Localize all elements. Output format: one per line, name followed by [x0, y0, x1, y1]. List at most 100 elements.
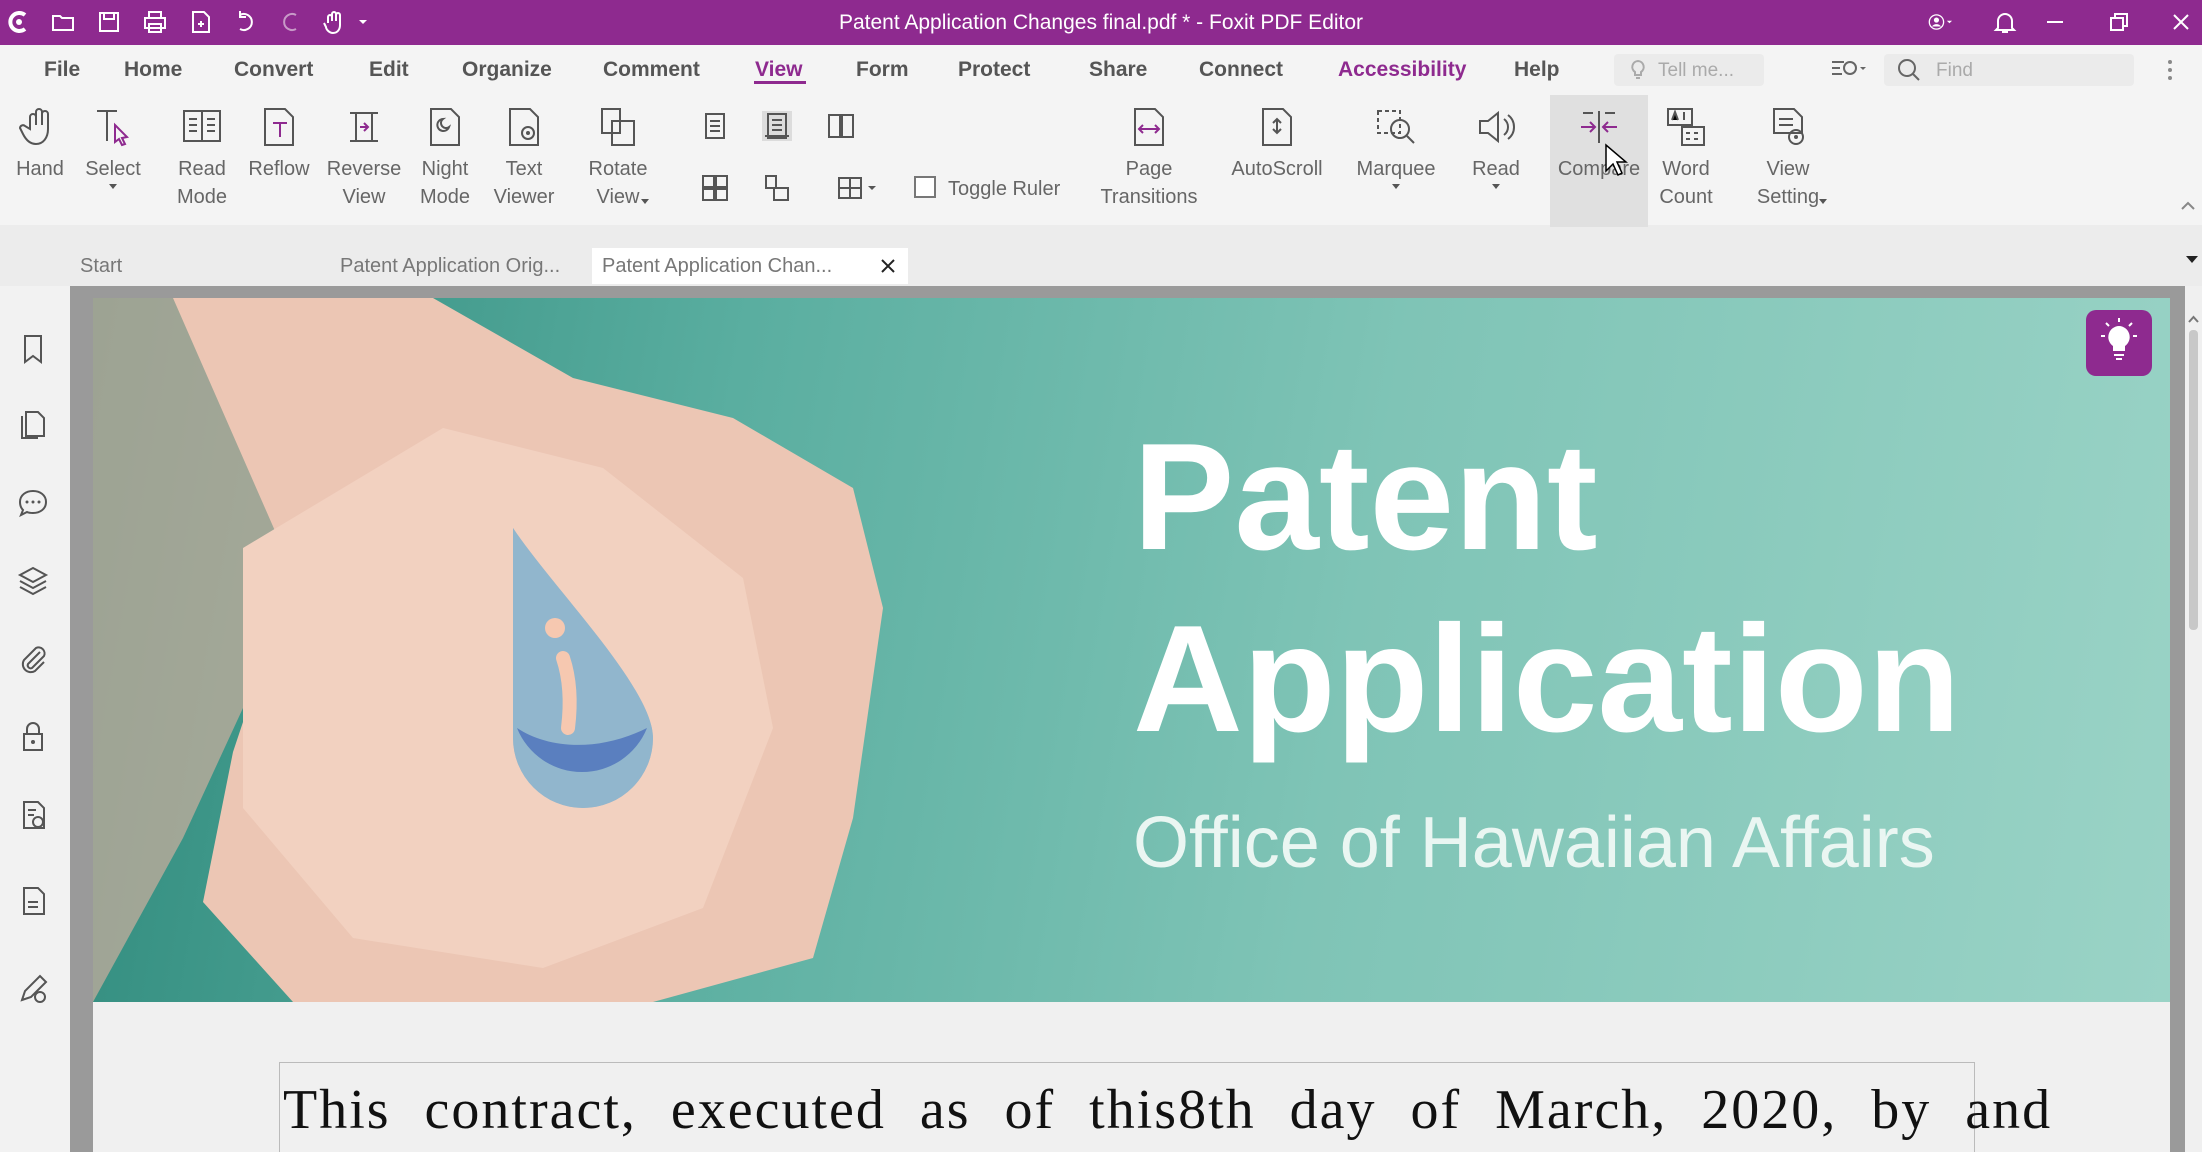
single-page-icon[interactable]	[700, 111, 730, 141]
menu-home[interactable]: Home	[124, 58, 182, 82]
word-count-button[interactable]: Word Count	[1656, 105, 1716, 211]
menu-bar: File Home Convert Edit Organize Comment …	[0, 45, 2202, 95]
page-transitions-icon	[1134, 108, 1164, 146]
attachments-icon[interactable]	[16, 642, 50, 676]
hero-title-line2: Application	[1133, 594, 1961, 764]
scrollbar-thumb[interactable]	[2189, 330, 2198, 630]
search-icon	[1898, 59, 1920, 81]
text-viewer-button[interactable]: Text Viewer	[490, 105, 558, 211]
select-label: Select	[85, 158, 141, 180]
rotate-view-dropdown-icon[interactable]	[640, 198, 650, 206]
tab-changes-label: Patent Application Chan...	[602, 255, 833, 277]
hand-label: Hand	[16, 158, 64, 180]
view-setting-dropdown-icon[interactable]	[1818, 198, 1828, 206]
pdf-page[interactable]: Patent Application Office of Hawaiian Af…	[93, 298, 2170, 1152]
menu-organize[interactable]: Organize	[462, 58, 552, 82]
read-aloud-button[interactable]: Read	[1466, 105, 1526, 191]
menu-help[interactable]: Help	[1514, 58, 1560, 82]
text-viewer-label: Text Viewer	[493, 158, 555, 208]
rotate-view-button[interactable]: Rotate View	[582, 105, 654, 211]
menu-edit[interactable]: Edit	[369, 58, 409, 82]
checkbox-icon	[914, 176, 936, 198]
night-mode-label: Night Mode	[419, 158, 471, 208]
tab-changes[interactable]: Patent Application Chan...	[592, 248, 908, 284]
word-count-icon	[1667, 108, 1705, 146]
tell-me-placeholder: Tell me...	[1658, 60, 1735, 81]
autoscroll-button[interactable]: AutoScroll	[1222, 105, 1332, 183]
continuous-facing-icon[interactable]	[700, 173, 730, 203]
document-icon[interactable]	[16, 884, 50, 918]
find-input[interactable]: Find	[1884, 54, 2134, 86]
menu-accessibility[interactable]: Accessibility	[1338, 58, 1466, 82]
lightbulb-icon	[1631, 59, 1645, 79]
layers-icon[interactable]	[16, 564, 50, 598]
night-mode-icon	[430, 108, 460, 146]
collapse-ribbon-icon[interactable]	[2180, 199, 2196, 211]
find-placeholder: Find	[1936, 60, 1973, 81]
pages-icon[interactable]	[16, 408, 50, 442]
restore-icon[interactable]	[2106, 9, 2132, 35]
tips-button[interactable]	[2086, 310, 2152, 376]
bookmark-icon[interactable]	[16, 332, 50, 366]
menu-form[interactable]: Form	[856, 58, 909, 82]
read-dropdown-icon	[1492, 184, 1500, 189]
close-window-icon[interactable]	[2168, 9, 2194, 35]
menu-connect[interactable]: Connect	[1199, 58, 1283, 82]
title-bar: Patent Application Changes final.pdf * -…	[0, 0, 2202, 45]
close-tab-icon[interactable]	[880, 258, 896, 274]
mouse-cursor-icon	[1605, 143, 1628, 177]
text-viewer-icon	[509, 108, 539, 146]
compare-label: Compare	[1557, 158, 1641, 180]
active-menu-indicator	[754, 81, 806, 84]
separate-cover-icon[interactable]	[762, 173, 792, 203]
scroll-up-icon[interactable]	[2187, 314, 2200, 324]
reverse-view-icon	[350, 112, 378, 142]
facing-pages-icon[interactable]	[826, 111, 856, 141]
vertical-scrollbar[interactable]	[2185, 286, 2202, 1152]
account-icon[interactable]	[1928, 9, 1968, 35]
autoscroll-label: AutoScroll	[1231, 158, 1323, 180]
comments-icon[interactable]	[16, 486, 50, 520]
menu-protect[interactable]: Protect	[958, 58, 1030, 82]
toggle-ruler-checkbox[interactable]: Toggle Ruler	[914, 176, 1060, 201]
speaker-icon	[1479, 110, 1515, 144]
menu-convert[interactable]: Convert	[234, 58, 313, 82]
security-icon[interactable]	[16, 720, 50, 754]
edit-sign-icon[interactable]	[16, 972, 50, 1006]
search-options-icon[interactable]	[1830, 56, 1866, 84]
reflow-button[interactable]: Reflow	[244, 105, 314, 183]
page-transitions-button[interactable]: Page Transitions	[1094, 105, 1204, 211]
tell-me-input[interactable]: Tell me...	[1614, 54, 1764, 86]
notification-bell-icon[interactable]	[1992, 9, 2018, 35]
read-mode-button[interactable]: Read Mode	[172, 105, 232, 211]
night-mode-button[interactable]: Night Mode	[414, 105, 476, 211]
continuous-page-icon[interactable]	[762, 111, 792, 141]
document-tab-strip: Start Patent Application Orig... Patent …	[0, 244, 2202, 286]
view-setting-button[interactable]: View Setting	[1738, 105, 1838, 211]
reverse-view-button[interactable]: Reverse View	[324, 105, 404, 211]
menu-view[interactable]: View	[755, 58, 802, 82]
more-options-icon[interactable]	[2164, 56, 2176, 84]
view-setting-icon	[1773, 108, 1804, 145]
menu-file[interactable]: File	[44, 58, 80, 82]
tab-list-dropdown-icon[interactable]	[2184, 254, 2200, 266]
toggle-ruler-label: Toggle Ruler	[948, 178, 1061, 200]
hand-tool-button[interactable]: Hand	[10, 105, 70, 183]
signature-icon[interactable]	[16, 798, 50, 832]
cover-banner-image: Patent Application Office of Hawaiian Af…	[93, 298, 2170, 1002]
tab-original-label: Patent Application Orig...	[340, 255, 561, 277]
tab-original[interactable]: Patent Application Orig...	[330, 248, 588, 284]
select-tool-button[interactable]: Select	[80, 105, 146, 191]
minimize-icon[interactable]	[2042, 9, 2068, 35]
menu-comment[interactable]: Comment	[603, 58, 700, 82]
split-view-icon[interactable]	[836, 173, 880, 203]
marquee-icon	[1377, 110, 1415, 144]
marquee-dropdown-icon	[1392, 184, 1400, 189]
read-mode-icon	[183, 110, 221, 142]
compare-button[interactable]: Compare	[1550, 95, 1648, 227]
contract-text-line[interactable]: This contract, executed as of this8th da…	[283, 1078, 2052, 1142]
menu-share[interactable]: Share	[1089, 58, 1147, 82]
marquee-button[interactable]: Marquee	[1346, 105, 1446, 191]
tab-start[interactable]: Start	[70, 248, 326, 284]
read-label: Read	[1472, 158, 1520, 180]
